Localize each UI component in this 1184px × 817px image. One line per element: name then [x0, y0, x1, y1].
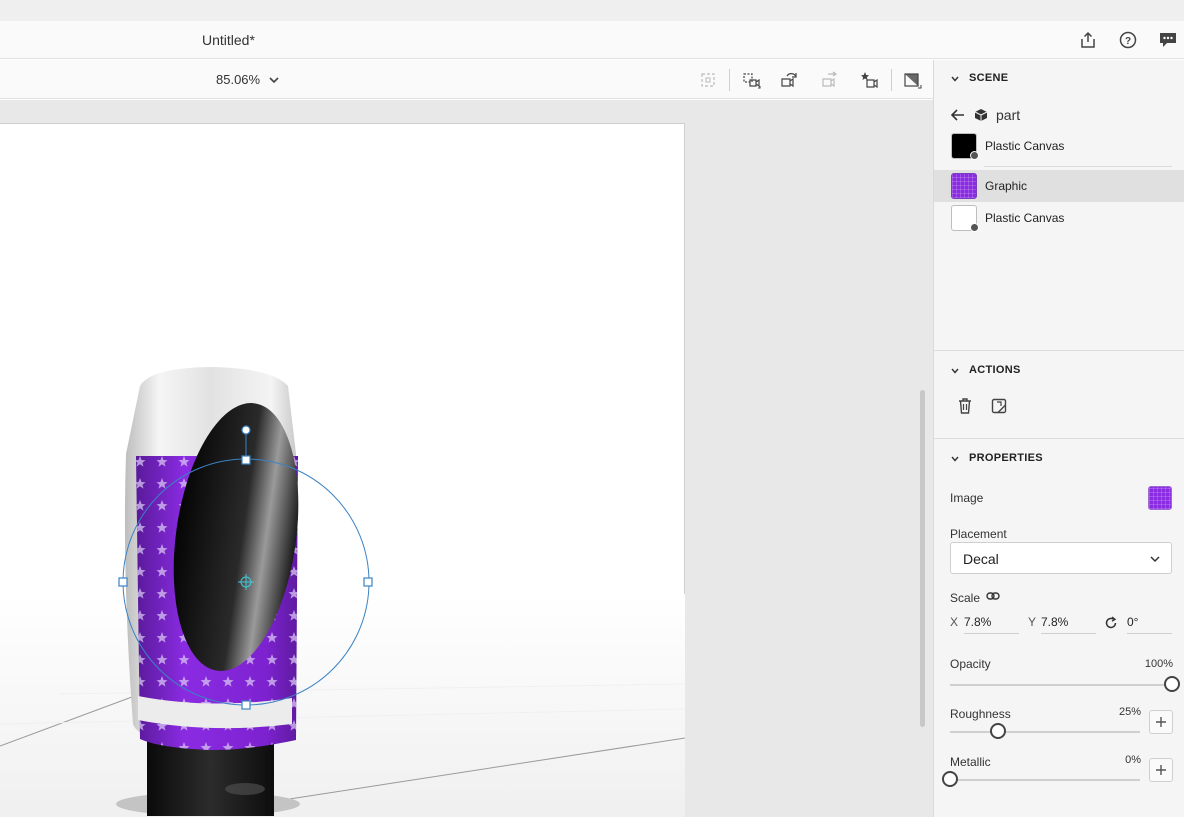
title-bar: Untitled* ? — [0, 21, 1184, 59]
document-title: Untitled* — [202, 32, 255, 48]
3d-scene[interactable] — [0, 124, 685, 817]
roughness-value: 25% — [1118, 706, 1141, 718]
viewport-toolbar: 85.06% — [0, 60, 933, 99]
window-top-strip — [0, 0, 1184, 21]
canvas-page[interactable] — [0, 123, 685, 817]
scale-y-field[interactable]: 7.8% — [1041, 615, 1096, 634]
share-icon[interactable] — [1078, 30, 1098, 50]
actions-section-header[interactable]: ACTIONS — [934, 362, 1184, 382]
opacity-slider-knob[interactable] — [1164, 676, 1180, 692]
add-roughness-map-button[interactable] — [1149, 710, 1173, 734]
edit-decal-icon[interactable] — [990, 397, 1008, 415]
layer-name: Plastic Canvas — [985, 211, 1065, 225]
scale-y-label: Y — [1028, 615, 1037, 629]
toolbar-separator — [891, 69, 892, 91]
viewport-scrollbar[interactable] — [920, 390, 925, 727]
layer-item-plastic-canvas[interactable]: Plastic Canvas — [934, 130, 1184, 162]
cube-icon — [974, 109, 988, 121]
metallic-slider-knob[interactable] — [942, 771, 958, 787]
delete-icon[interactable] — [956, 397, 974, 415]
layer-item-plastic-canvas[interactable]: Plastic Canvas — [934, 202, 1184, 234]
placement-label: Placement — [950, 527, 1007, 541]
placement-value: Decal — [963, 551, 999, 567]
chevron-down-icon[interactable] — [950, 366, 960, 376]
placement-select[interactable]: Decal — [950, 542, 1172, 574]
layer-thumbnail — [951, 173, 977, 199]
camera-bookmark-icon[interactable] — [860, 70, 880, 90]
rotation-field[interactable]: 0° — [1127, 615, 1172, 634]
properties-section-header[interactable]: PROPERTIES — [934, 450, 1184, 470]
image-label: Image — [950, 491, 984, 505]
chevron-down-icon[interactable] — [950, 74, 960, 84]
scene-section-header[interactable]: SCENE — [934, 70, 1184, 90]
comments-icon[interactable] — [1158, 30, 1178, 50]
3d-viewport[interactable] — [0, 100, 933, 817]
properties-heading: PROPERTIES — [969, 452, 1043, 464]
layer-name: Plastic Canvas — [985, 139, 1065, 153]
zoom-level[interactable]: 85.06% — [216, 72, 260, 87]
camera-pan-icon[interactable] — [820, 70, 840, 90]
material-badge-icon — [970, 151, 979, 160]
roughness-slider-knob[interactable] — [989, 723, 1006, 739]
svg-text:?: ? — [1125, 36, 1131, 47]
render-preview-icon[interactable] — [902, 70, 922, 90]
add-metallic-map-button[interactable] — [1149, 758, 1173, 782]
opacity-label: Opacity — [950, 657, 991, 671]
actions-heading: ACTIONS — [969, 364, 1021, 376]
opacity-value: 100% — [1144, 658, 1173, 670]
roughness-label: Roughness — [950, 707, 1011, 721]
scale-x-label: X — [950, 615, 959, 629]
metallic-slider-track[interactable] — [950, 779, 1140, 781]
plus-icon — [1156, 765, 1166, 775]
link-icon[interactable] — [986, 591, 1000, 601]
layer-name: Graphic — [985, 179, 1028, 193]
help-icon[interactable]: ? — [1118, 30, 1138, 50]
camera-rotate-icon[interactable] — [779, 70, 799, 90]
scene-heading: SCENE — [969, 72, 1009, 84]
chevron-down-icon[interactable] — [950, 454, 960, 464]
rotate-icon — [1105, 616, 1117, 629]
section-divider — [934, 350, 1184, 351]
layer-item-graphic[interactable]: Graphic — [934, 170, 1184, 202]
breadcrumb-label: part — [996, 107, 1021, 123]
metallic-label: Metallic — [950, 755, 991, 769]
section-divider — [934, 438, 1184, 439]
opacity-slider-track[interactable] — [950, 684, 1172, 686]
plus-icon — [1156, 717, 1166, 727]
layer-divider — [984, 166, 1172, 167]
back-arrow-icon[interactable] — [950, 108, 966, 122]
material-badge-icon — [970, 223, 979, 232]
scale-label: Scale — [950, 591, 981, 605]
metallic-value: 0% — [1125, 754, 1141, 766]
scale-x-field[interactable]: 7.8% — [964, 615, 1019, 634]
chevron-down-icon — [1150, 556, 1160, 563]
breadcrumb: part — [950, 105, 1170, 125]
toolbar-separator — [729, 69, 730, 91]
roughness-slider-track[interactable] — [950, 731, 1140, 733]
image-swatch[interactable] — [1148, 486, 1172, 510]
frame-icon[interactable] — [698, 70, 718, 90]
camera-select-icon[interactable] — [741, 70, 761, 90]
right-panel: SCENE part Plastic Canvas Graphic Plasti… — [933, 60, 1184, 817]
chevron-down-icon[interactable] — [268, 74, 280, 86]
